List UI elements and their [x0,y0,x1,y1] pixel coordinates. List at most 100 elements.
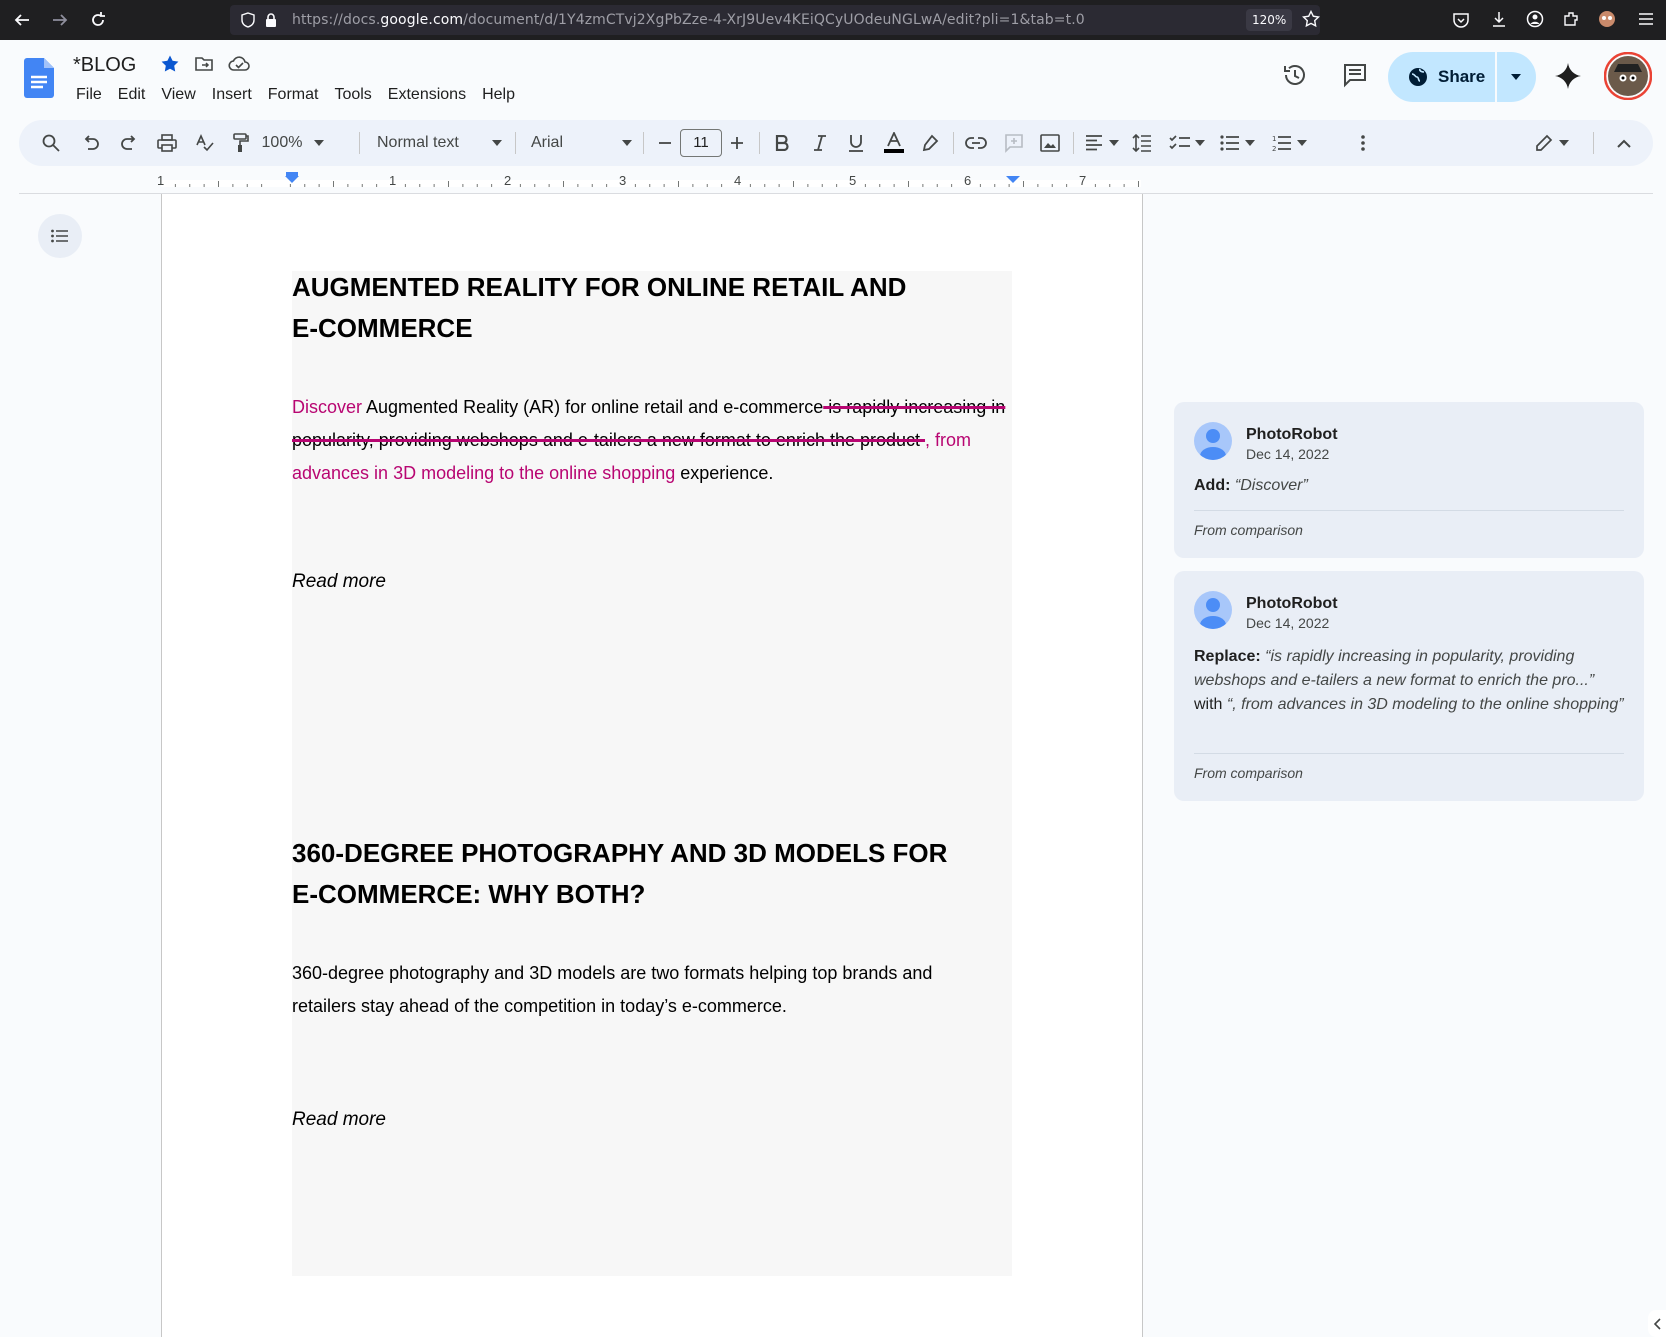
font-size-value[interactable]: 11 [680,129,722,157]
comment-divider [1194,510,1624,511]
hide-menus-chevron-icon[interactable] [1611,120,1637,166]
read-more-link[interactable]: Read more [292,571,386,593]
spellcheck-icon[interactable] [193,120,217,166]
hamburger-menu-icon[interactable] [1638,11,1654,27]
bold-icon[interactable] [769,120,795,166]
lock-icon[interactable] [264,12,278,28]
bulleted-list-dropdown-icon[interactable] [1243,120,1257,166]
back-icon[interactable] [6,4,38,36]
checklist-icon[interactable] [1167,120,1193,166]
style-dropdown-icon[interactable] [487,120,507,166]
outline-list-icon [51,229,69,243]
paint-format-icon[interactable] [229,120,253,166]
address-bar[interactable]: https://docs.google.com/document/d/1Y4zm… [230,5,1320,35]
docs-header: *BLOG File Edit View Insert Format Tools… [0,40,1666,120]
redo-icon[interactable] [117,120,141,166]
paragraph-line: 360-degree photography and 3D models are… [292,963,933,983]
zoom-select[interactable]: 100% [257,120,307,166]
underline-icon[interactable] [843,120,869,166]
profile-extension-icon[interactable] [1598,10,1616,28]
menu-help[interactable]: Help [474,84,523,106]
read-more-link[interactable]: Read more [292,1109,386,1131]
cloud-saved-icon[interactable] [228,54,250,74]
bookmark-star-icon[interactable] [1302,10,1320,28]
paragraph-line: retailers stay ahead of the competition … [292,996,787,1016]
text-color-icon[interactable] [881,120,907,166]
heading-ar-retail[interactable]: AUGMENTED REALITY FOR ONLINE RETAIL AND … [292,267,1012,349]
document-outline-button[interactable] [38,214,82,258]
menu-tools[interactable]: Tools [326,84,379,106]
paragraph-style-select[interactable]: Normal text [377,120,477,166]
heading-360-photography[interactable]: 360-DEGREE PHOTOGRAPHY AND 3D MODELS FOR… [292,833,1012,915]
insert-image-icon[interactable] [1037,120,1063,166]
italic-icon[interactable] [807,120,833,166]
add-comment-icon[interactable] [1001,120,1027,166]
star-icon[interactable] [160,54,180,74]
share-label: Share [1438,67,1486,86]
menu-extensions[interactable]: Extensions [380,84,474,106]
menu-view[interactable]: View [153,84,203,106]
docs-logo-icon[interactable] [24,58,54,98]
heading-line: E-COMMERCE [292,313,473,343]
zoom-dropdown-icon[interactable] [309,120,329,166]
menu-file[interactable]: File [68,84,110,106]
comment-quote: “Discover” [1234,477,1308,494]
font-family-select[interactable]: Arial [531,120,611,166]
toolbar-divider [1073,132,1074,154]
share-dropdown-icon[interactable] [1510,72,1522,82]
font-size-field[interactable]: 11 [679,120,723,166]
user-avatar[interactable] [1604,52,1652,100]
reload-icon[interactable] [82,4,114,36]
horizontal-ruler[interactable]: 1 1 2 3 4 5 6 7 [19,166,1653,194]
comments-icon[interactable] [1342,62,1368,88]
comment-action: Add: [1194,477,1231,494]
menu-edit[interactable]: Edit [110,84,154,106]
toolbar-divider [953,132,954,154]
shield-icon[interactable] [240,12,256,28]
commenter-avatar [1194,422,1232,460]
pocket-icon[interactable] [1452,11,1470,29]
menu-format[interactable]: Format [260,84,327,106]
comment-date: Dec 14, 2022 [1246,446,1330,462]
account-icon[interactable] [1526,10,1544,28]
suggested-insertion[interactable]: Discover [292,397,362,417]
share-divider [1495,52,1497,102]
ruler-ticks [161,172,1141,187]
document-title[interactable]: *BLOG [73,54,136,77]
paragraph-text: Augmented Reality (AR) for online retail… [362,397,824,417]
bulleted-list-icon[interactable] [1217,120,1243,166]
checklist-dropdown-icon[interactable] [1193,120,1207,166]
highlight-color-icon[interactable] [917,120,943,166]
increase-font-size-icon[interactable] [725,120,749,166]
suggestion-comment-card[interactable]: PhotoRobot Dec 14, 2022 Replace: “is rap… [1174,571,1644,801]
font-dropdown-icon[interactable] [617,120,637,166]
side-panel-toggle[interactable] [1648,1310,1666,1337]
line-spacing-icon[interactable] [1129,120,1155,166]
more-options-icon[interactable] [1353,120,1373,166]
menu-insert[interactable]: Insert [204,84,260,106]
version-history-icon[interactable] [1282,62,1308,88]
print-icon[interactable] [155,120,179,166]
editing-mode-dropdown-icon[interactable] [1557,120,1571,166]
download-icon[interactable] [1490,10,1508,28]
gemini-sparkle-icon[interactable] [1554,62,1582,90]
zoom-badge[interactable]: 120% [1246,9,1293,31]
decrease-font-size-icon[interactable] [653,120,677,166]
search-menus-icon[interactable] [39,120,63,166]
editing-mode-icon[interactable] [1531,120,1557,166]
align-dropdown-icon[interactable] [1107,120,1121,166]
suggestion-comment-card[interactable]: PhotoRobot Dec 14, 2022 Add: “Discover” … [1174,402,1644,558]
insert-link-icon[interactable] [963,120,989,166]
paragraph-ar-intro[interactable]: Discover Augmented Reality (AR) for onli… [292,391,1012,490]
share-button[interactable]: Share [1388,52,1536,102]
forward-icon[interactable] [44,4,76,36]
paragraph-360-intro[interactable]: 360-degree photography and 3D models are… [292,957,1012,1023]
move-folder-icon[interactable] [194,54,214,74]
align-left-icon[interactable] [1081,120,1107,166]
comment-divider [1194,753,1624,754]
menu-bar: File Edit View Insert Format Tools Exten… [68,84,523,106]
numbered-list-dropdown-icon[interactable] [1295,120,1309,166]
numbered-list-icon[interactable]: 12 [1269,120,1295,166]
extensions-icon[interactable] [1562,10,1580,28]
undo-icon[interactable] [79,120,103,166]
